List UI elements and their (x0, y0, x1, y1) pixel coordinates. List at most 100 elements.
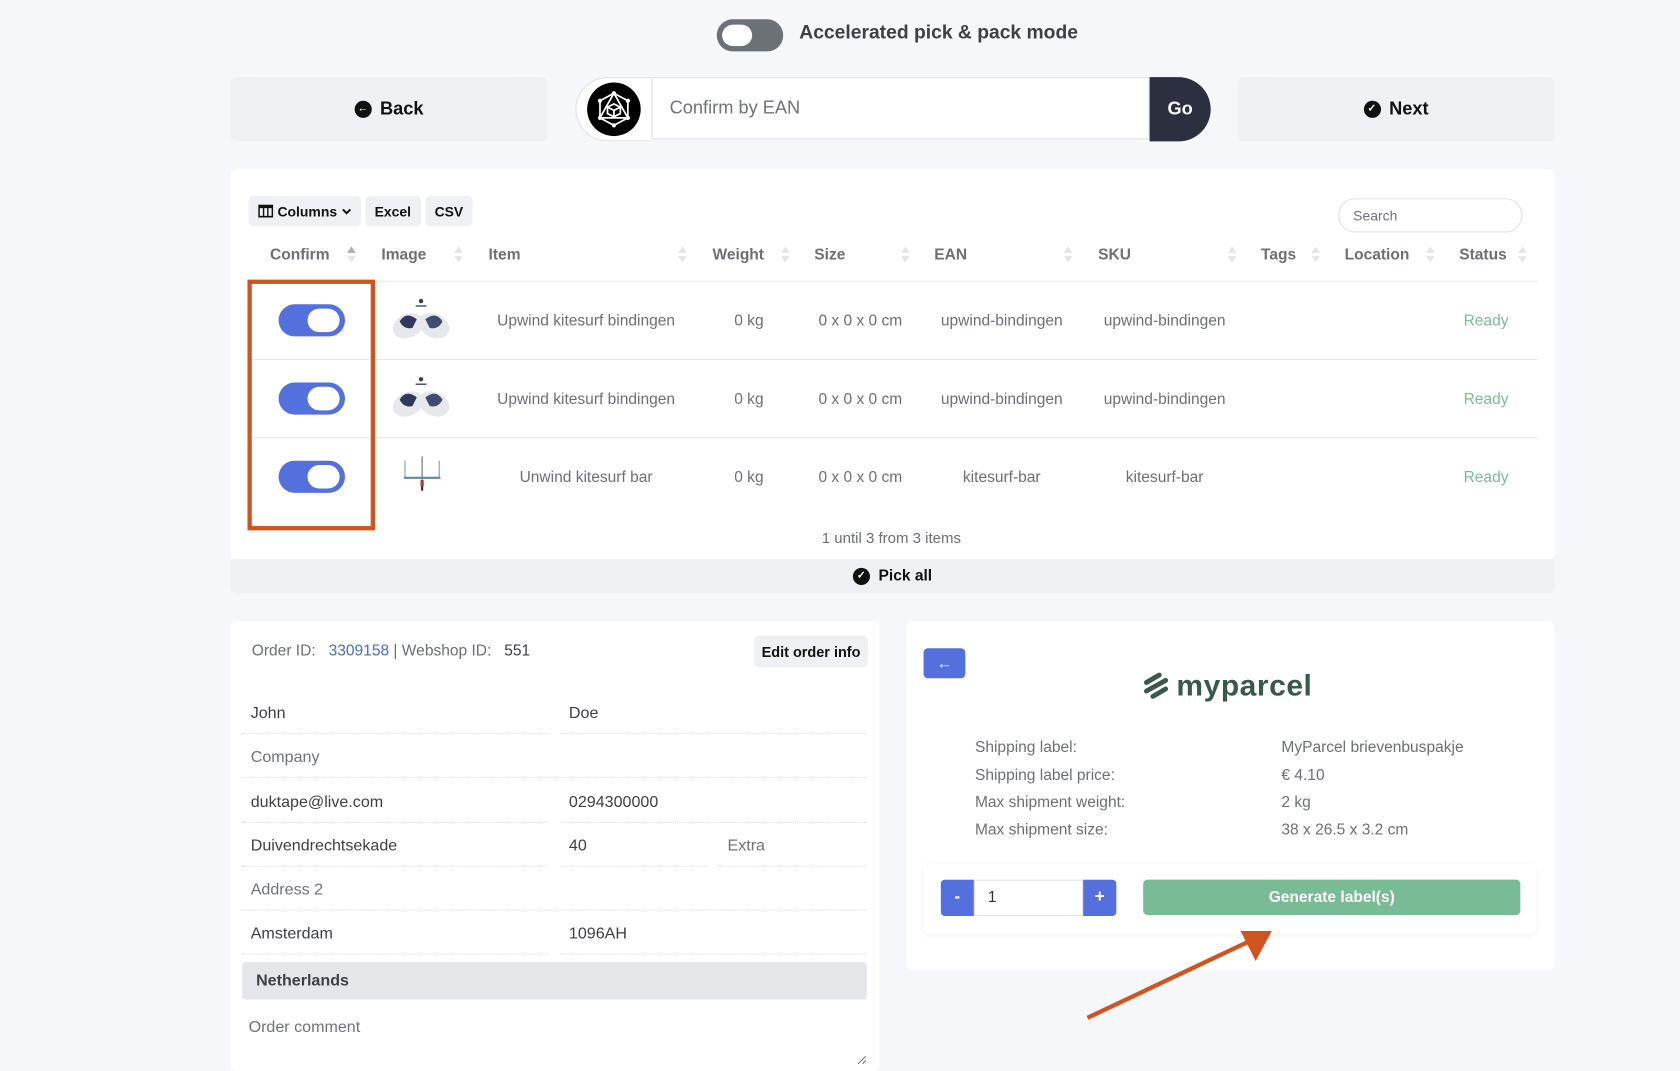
info-label: Shipping label: (974, 739, 1077, 757)
quantity-stepper: - + (940, 879, 1117, 917)
row-divider (248, 358, 1538, 360)
sort-icon[interactable] (1227, 245, 1237, 264)
header-image[interactable]: Image (381, 246, 426, 263)
excel-export-button[interactable]: Excel (364, 196, 421, 227)
pick-pack-page: Accelerated pick & pack mode ← Back Conf… (0, 0, 1680, 1071)
header-location[interactable]: Location (1345, 246, 1410, 263)
info-value: MyParcel brievenbuspakje (1281, 739, 1464, 757)
ean-cell: upwind-bindingen (940, 391, 1063, 409)
confirm-column-highlight (247, 279, 375, 531)
header-item[interactable]: Item (489, 246, 521, 263)
order-comment-field[interactable] (242, 1011, 867, 1065)
sort-icon[interactable] (347, 245, 356, 264)
last-name-field[interactable] (560, 693, 867, 734)
info-value: 2 kg (1281, 793, 1311, 812)
header-status[interactable]: Status (1459, 246, 1506, 263)
back-button[interactable]: ← Back (230, 77, 548, 142)
info-label: Shipping label price: (974, 767, 1115, 785)
weight-cell: 0 kg (734, 391, 764, 409)
columns-icon (258, 204, 274, 218)
separator: | (393, 642, 398, 660)
email-field[interactable] (242, 782, 549, 823)
increment-button[interactable]: + (1083, 879, 1117, 917)
company-field[interactable] (242, 737, 867, 778)
pick-all-button[interactable]: ✓ Pick all (230, 559, 1555, 594)
header-sku[interactable]: SKU (1098, 246, 1131, 263)
street-field[interactable] (242, 826, 549, 867)
quantity-input[interactable] (973, 879, 1084, 917)
row-divider (248, 280, 1538, 282)
sort-icon[interactable] (1426, 245, 1435, 264)
header-ean[interactable]: EAN (934, 246, 967, 263)
item-cell: Upwind kitesurf bindingen (497, 391, 676, 409)
sort-icon[interactable] (454, 245, 463, 264)
first-name-field[interactable] (242, 693, 549, 734)
city-field[interactable] (242, 913, 549, 955)
info-value: 38 x 26.5 x 3.2 cm (1281, 821, 1409, 839)
toggle-knob (722, 24, 753, 47)
sort-icon[interactable] (901, 245, 910, 264)
check-circle-icon: ✓ (852, 567, 870, 585)
ean-input[interactable] (651, 77, 1150, 140)
shipping-back-button[interactable]: ← (923, 648, 966, 679)
accelerated-mode-toggle[interactable] (716, 19, 784, 52)
arrow-left-icon: ← (936, 654, 953, 673)
go-button[interactable]: Go (1149, 77, 1211, 142)
network-cube-icon (597, 91, 630, 128)
weight-cell: 0 kg (734, 469, 764, 487)
webshop-id-value: 551 (504, 642, 531, 660)
ean-cell: kitesurf-bar (962, 469, 1041, 487)
pick-all-label: Pick all (878, 567, 933, 585)
status-badge: Ready (1463, 391, 1509, 409)
arrow-left-circle-icon: ← (354, 100, 372, 118)
pagination-info: 1 until 3 from 3 items (821, 529, 962, 547)
order-id-link[interactable]: 3309158 (329, 643, 389, 660)
myparcel-logo: myparcel (1142, 669, 1312, 703)
kite-bar-image (403, 456, 441, 491)
postcode-field[interactable] (560, 913, 867, 955)
edit-order-info-button[interactable]: Edit order info (754, 635, 868, 668)
country-select[interactable]: Netherlands (242, 962, 867, 1000)
sku-cell: kitesurf-bar (1125, 469, 1204, 487)
header-weight[interactable]: Weight (712, 246, 763, 263)
item-cell: Upwind kitesurf bindingen (497, 312, 676, 330)
ean-cell: upwind-bindingen (940, 312, 1063, 330)
table-search-input[interactable] (1338, 198, 1523, 233)
bindings-image (392, 377, 450, 417)
decrement-button[interactable]: - (940, 879, 974, 917)
generate-labels-button[interactable]: Generate label(s) (1143, 879, 1521, 915)
info-value: € 4.10 (1281, 767, 1325, 785)
size-cell: 0 x 0 x 0 cm (818, 312, 903, 330)
address2-field[interactable] (242, 869, 867, 911)
chevron-down-icon (341, 208, 351, 215)
house-number-field[interactable] (560, 826, 710, 867)
status-badge: Ready (1463, 469, 1509, 487)
weight-cell: 0 kg (734, 312, 764, 330)
webshop-id-label: Webshop ID: (401, 642, 492, 660)
next-button[interactable]: ✓ Next (1237, 77, 1555, 142)
header-confirm[interactable]: Confirm (270, 246, 330, 263)
columns-button[interactable]: Columns (248, 196, 361, 227)
extra-field[interactable] (718, 826, 867, 867)
csv-export-button[interactable]: CSV (424, 196, 473, 227)
myparcel-mark-icon (1143, 672, 1169, 699)
accelerated-mode-label: Accelerated pick & pack mode (799, 21, 1078, 43)
header-tags[interactable]: Tags (1261, 246, 1296, 263)
sort-icon[interactable] (1311, 245, 1320, 264)
columns-label: Columns (277, 203, 338, 220)
info-label: Max shipment weight: (974, 793, 1126, 812)
sku-cell: upwind-bindingen (1103, 391, 1226, 409)
phone-field[interactable] (560, 782, 867, 823)
myparcel-wordmark: myparcel (1176, 668, 1313, 702)
check-circle-icon: ✓ (1363, 100, 1381, 118)
sort-icon[interactable] (1518, 245, 1527, 264)
sort-icon[interactable] (1063, 245, 1073, 264)
order-id-label: Order ID: (251, 642, 316, 660)
app-logo (575, 77, 652, 142)
order-header: Order ID: 3309158 | Webshop ID: 551 (252, 643, 530, 660)
sort-icon[interactable] (781, 245, 790, 264)
sort-icon[interactable] (678, 245, 687, 264)
next-label: Next (1389, 98, 1429, 119)
info-label: Max shipment size: (974, 821, 1108, 839)
header-size[interactable]: Size (814, 246, 845, 263)
